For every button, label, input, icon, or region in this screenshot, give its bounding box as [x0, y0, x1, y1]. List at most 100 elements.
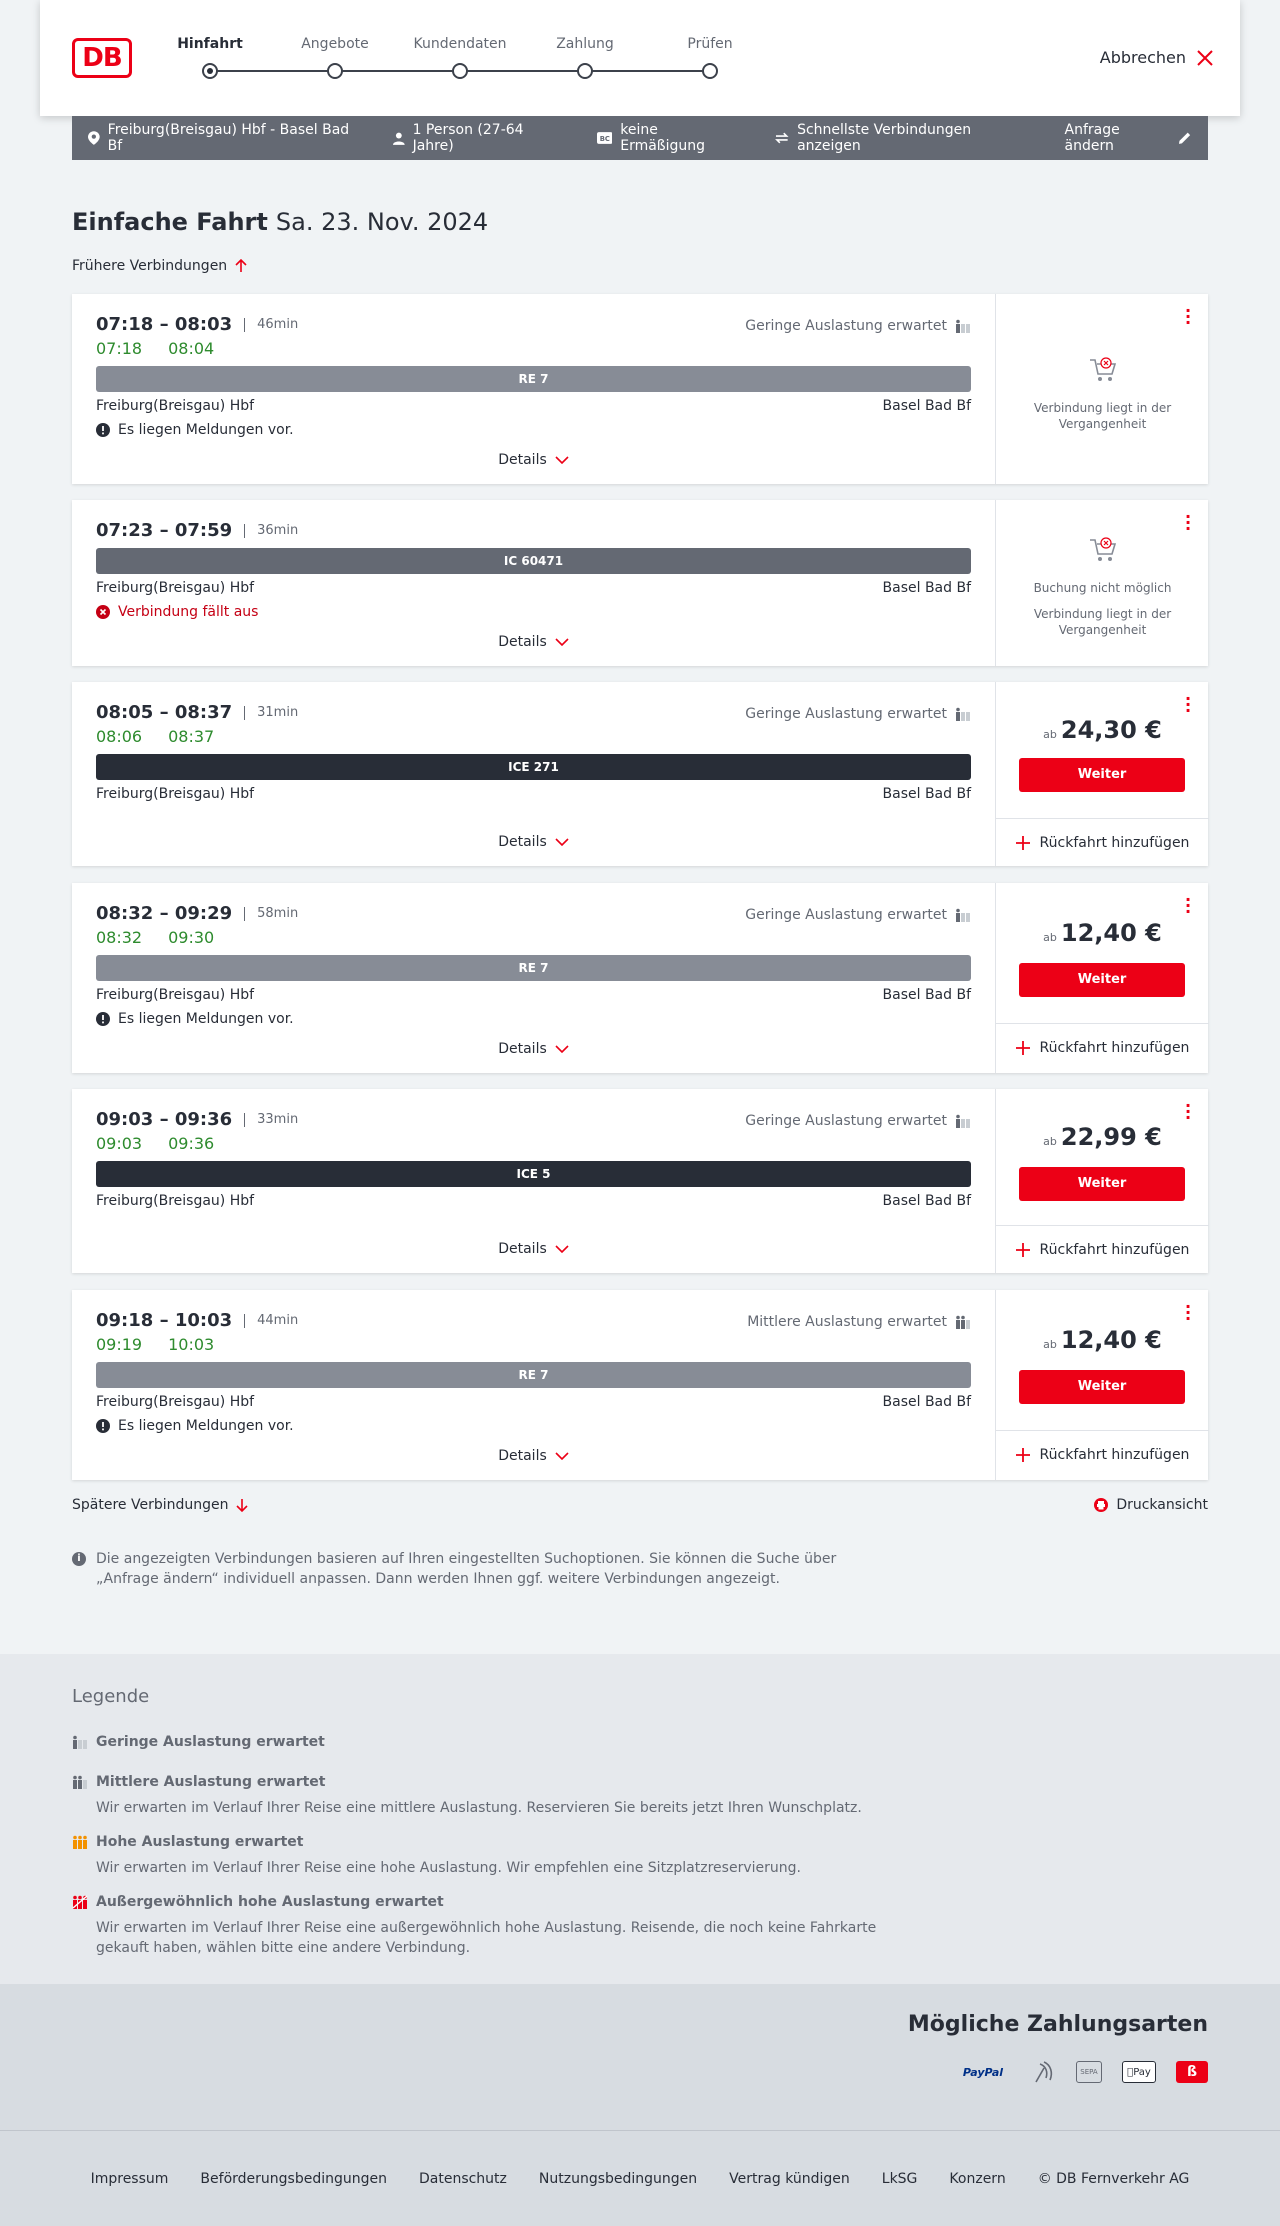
connection-main[interactable]: 09:18 – 10:03 44min 09:19 10:03 Mittlere A… — [72, 1290, 995, 1480]
price-value: 12,40 € — [1060, 1326, 1162, 1354]
later-connections-label: Spätere Verbindungen — [72, 1497, 229, 1513]
details-label: Details — [498, 634, 547, 650]
realtime-departure: 08:32 — [96, 928, 143, 947]
header: DB Hinfahrt Angebote Kundendaten Zahlung… — [40, 0, 1240, 116]
train-bar[interactable]: IC 60471 — [96, 548, 971, 574]
step-dot-angebote — [327, 63, 343, 79]
details-label: Details — [498, 452, 547, 468]
realtime-departure: 09:19 — [96, 1335, 143, 1354]
more-options-icon[interactable]: · · · — [1184, 1299, 1192, 1327]
train-bar[interactable]: RE 7 — [96, 1362, 971, 1388]
change-query-button[interactable]: Anfrage ändern — [1065, 122, 1192, 154]
offer-panel: · · · ab 24,30 € Weiter Rückfahrt hinzufüge… — [995, 682, 1209, 866]
more-options-icon[interactable]: · · · — [1184, 509, 1192, 537]
occupancy-text: Mittlere Auslastung erwartet — [747, 1314, 947, 1330]
continue-button[interactable]: Weiter — [1019, 963, 1185, 997]
cancel-circle-icon — [96, 605, 110, 619]
continue-button[interactable]: Weiter — [1019, 1370, 1185, 1404]
footer-link-konzern[interactable]: Konzern — [949, 2171, 1005, 2187]
cancel-button[interactable]: Abbrechen — [1100, 48, 1214, 67]
legend-medium-desc: Wir erwarten im Verlauf Ihrer Reise eine… — [96, 1800, 862, 1816]
time-range: 09:03 – 09:36 — [96, 1109, 233, 1130]
train-bar[interactable]: RE 7 — [96, 366, 971, 392]
details-toggle[interactable]: Details — [72, 452, 995, 468]
price-prefix: ab — [1043, 931, 1057, 944]
train-bar[interactable]: ICE 271 — [96, 754, 971, 780]
connection-main[interactable]: 07:18 – 08:03 46min 07:18 08:04 Geringe Au… — [72, 294, 995, 484]
print-view-label: Druckansicht — [1116, 1497, 1208, 1513]
occupancy-extreme-icon — [72, 1895, 88, 1909]
earlier-connections-label: Frühere Verbindungen — [72, 258, 228, 274]
more-options-icon[interactable]: · · · — [1184, 691, 1192, 719]
legend-item-medium: Mittlere Auslastung erwartet Wir erwarte… — [72, 1774, 892, 1818]
realtime-times: 09:03 09:36 — [96, 1134, 240, 1153]
step-label-hinfahrt: Hinfahrt — [177, 36, 243, 52]
connection-main[interactable]: 09:03 – 09:36 33min 09:03 09:36 Geringe Au… — [72, 1089, 995, 1273]
more-options-icon[interactable]: · · · — [1184, 892, 1192, 920]
continue-button[interactable]: Weiter — [1019, 758, 1185, 792]
destination-station: Basel Bad Bf — [882, 398, 971, 414]
step-dot-hinfahrt — [202, 63, 218, 79]
connection-card: 07:18 – 08:03 46min 07:18 08:04 Geringe Au… — [72, 294, 1208, 484]
svg-text:BC: BC — [599, 135, 609, 143]
origin-station: Freiburg(Breisgau) Hbf — [96, 398, 255, 414]
add-return-trip-label: Rückfahrt hinzufügen — [1039, 1241, 1190, 1258]
occupancy-medium-icon — [73, 1775, 87, 1789]
print-view-link[interactable]: Druckansicht — [1094, 1497, 1208, 1513]
query-fastest-text: Schnellste Verbindungen anzeigen — [797, 122, 972, 154]
time-range: 08:05 – 08:37 — [96, 702, 233, 723]
earlier-connections-link[interactable]: Frühere Verbindungen — [72, 258, 247, 274]
price: ab 22,99 € — [996, 1123, 1209, 1151]
exclamation-icon — [96, 1012, 110, 1026]
plus-icon — [1015, 1447, 1030, 1462]
connection-main[interactable]: 08:32 – 09:29 58min 08:32 09:30 Geringe Au… — [72, 883, 995, 1073]
destination-station: Basel Bad Bf — [882, 987, 971, 1003]
price-prefix: ab — [1043, 728, 1057, 741]
train-bar[interactable]: RE 7 — [96, 955, 971, 981]
chevron-down-icon — [555, 1452, 569, 1460]
details-toggle[interactable]: Details — [72, 634, 995, 650]
footer-link-lksg[interactable]: LkSG — [882, 2171, 918, 2187]
db-logo[interactable]: DB — [72, 38, 132, 78]
details-toggle[interactable]: Details — [72, 834, 995, 850]
details-toggle[interactable]: Details — [72, 1448, 995, 1464]
more-options-icon[interactable]: · · · — [1184, 303, 1192, 331]
step-dot-pruefen — [702, 63, 718, 79]
occupancy-text: Geringe Auslastung erwartet — [745, 318, 947, 334]
add-return-trip-button[interactable]: Rückfahrt hinzufügen — [996, 1023, 1209, 1071]
connection-times: 08:32 – 09:29 58min — [96, 903, 298, 924]
add-return-trip-button[interactable]: Rückfahrt hinzufügen — [996, 818, 1209, 866]
continue-button[interactable]: Weiter — [1019, 1167, 1185, 1201]
add-return-trip-button[interactable]: Rückfahrt hinzufügen — [996, 1430, 1209, 1478]
printer-icon — [1094, 1498, 1109, 1512]
cancellation-text: Verbindung fällt aus — [118, 604, 259, 620]
step-label-pruefen: Prüfen — [687, 36, 733, 52]
realtime-arrival: 08:37 — [168, 727, 215, 746]
connection-main[interactable]: 07:23 – 07:59 36min IC 60471 Freiburg(Bre… — [72, 500, 995, 666]
origin-station: Freiburg(Breisgau) Hbf — [96, 580, 255, 596]
notice-message: Es liegen Meldungen vor. — [96, 1418, 294, 1434]
footer-link-befoerderungsbedingungen[interactable]: Beförderungsbedingungen — [200, 2171, 387, 2187]
connection-main[interactable]: 08:05 – 08:37 31min 08:06 08:37 Geringe Au… — [72, 682, 995, 866]
footer-link-impressum[interactable]: Impressum — [91, 2171, 169, 2187]
later-connections-link[interactable]: Spätere Verbindungen — [72, 1497, 249, 1513]
legend-medium-label: Mittlere Auslastung erwartet — [96, 1774, 326, 1790]
contactless-card-icon — [1035, 2061, 1053, 2083]
details-label: Details — [498, 1448, 547, 1464]
footer-link-vertrag-kuendigen[interactable]: Vertrag kündigen — [729, 2171, 850, 2187]
duration: 31min — [244, 705, 298, 720]
plus-icon — [1015, 1040, 1030, 1055]
more-options-icon[interactable]: · · · — [1184, 1098, 1192, 1126]
train-bar[interactable]: ICE 5 — [96, 1161, 971, 1187]
cart-unavailable-icon — [1090, 537, 1117, 561]
plus-icon — [1015, 1242, 1030, 1257]
details-label: Details — [498, 834, 547, 850]
details-toggle[interactable]: Details — [72, 1041, 995, 1057]
footer-link-nutzungsbedingungen[interactable]: Nutzungsbedingungen — [539, 2171, 697, 2187]
footer-link-datenschutz[interactable]: Datenschutz — [419, 2171, 507, 2187]
notice-message: Es liegen Meldungen vor. — [96, 1011, 294, 1027]
add-return-trip-button[interactable]: Rückfahrt hinzufügen — [996, 1225, 1209, 1273]
realtime-arrival: 09:30 — [168, 928, 215, 947]
chevron-down-icon — [555, 838, 569, 846]
details-toggle[interactable]: Details — [72, 1241, 995, 1257]
